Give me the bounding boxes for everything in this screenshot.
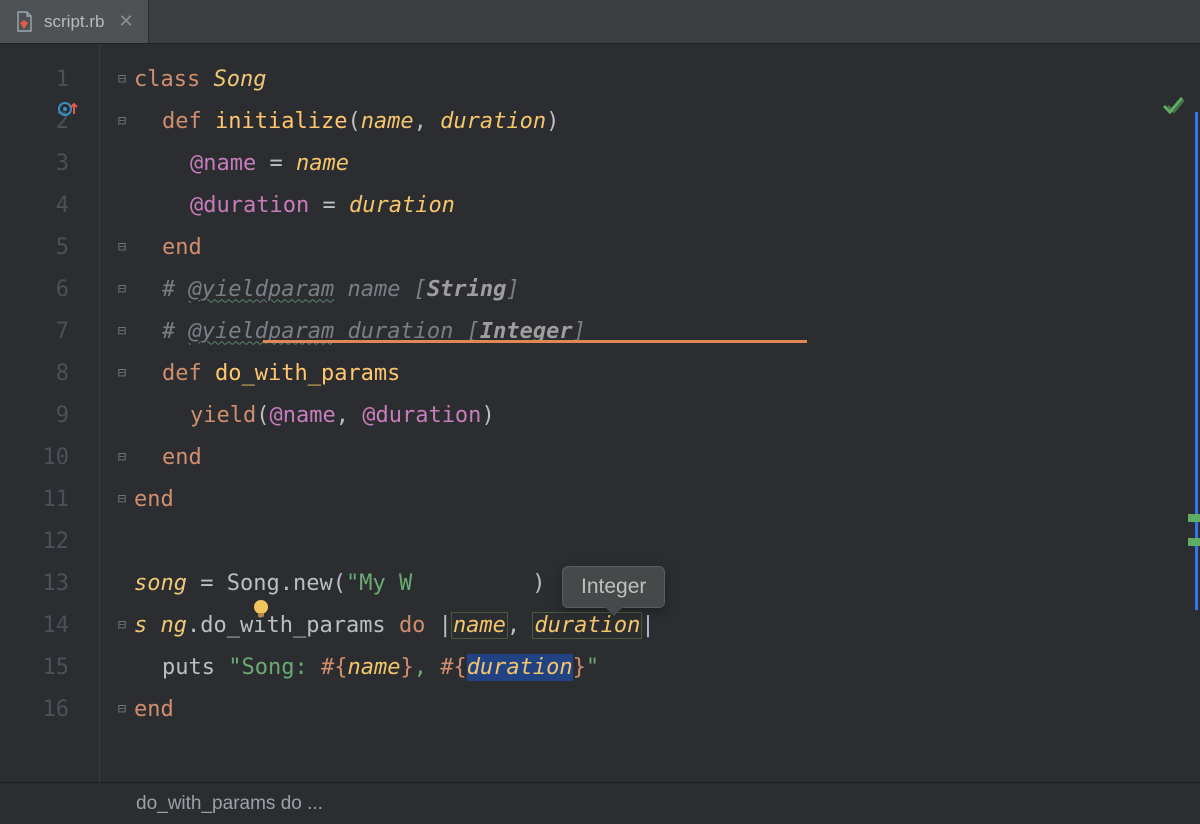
fold-toggle-icon[interactable]: ⊟ bbox=[114, 617, 130, 633]
intention-bulb-icon[interactable] bbox=[250, 598, 272, 620]
line-number: 8 bbox=[0, 352, 99, 394]
scrollbar-marker[interactable] bbox=[1188, 514, 1200, 522]
line-number: 10 bbox=[0, 436, 99, 478]
code-line: yield(@name, @duration) bbox=[100, 394, 1200, 436]
close-icon[interactable]: ✕ bbox=[114, 11, 133, 32]
code-line: ⊟end bbox=[100, 688, 1200, 730]
code-line bbox=[100, 520, 1200, 562]
file-tab[interactable]: script.rb ✕ bbox=[0, 0, 149, 43]
scrollbar-change-stripe[interactable] bbox=[1195, 112, 1198, 610]
line-number: 7 bbox=[0, 310, 99, 352]
code-line: ⊟end bbox=[100, 226, 1200, 268]
line-number: 12 bbox=[0, 520, 99, 562]
breadcrumb[interactable]: do_with_params do ... bbox=[0, 782, 1200, 824]
fold-end-icon[interactable]: ⊟ bbox=[114, 239, 130, 255]
code-line: @duration = duration bbox=[100, 184, 1200, 226]
fold-toggle-icon[interactable]: ⊟ bbox=[114, 113, 130, 129]
line-number: 13 bbox=[0, 562, 99, 604]
scrollbar-marker[interactable] bbox=[1188, 538, 1200, 546]
fold-end-icon[interactable]: ⊟ bbox=[114, 491, 130, 507]
code-line: ⊟end bbox=[100, 478, 1200, 520]
gutter: 1 2 3 4 5 6 7 8 9 10 11 12 13 14 15 16 bbox=[0, 44, 100, 782]
line-number: 3 bbox=[0, 142, 99, 184]
line-number: 1 bbox=[0, 58, 99, 100]
code-line: ⊟class Song bbox=[100, 58, 1200, 100]
breadcrumb-text: do_with_params do ... bbox=[136, 793, 323, 815]
line-number: 16 bbox=[0, 688, 99, 730]
line-number: 4 bbox=[0, 184, 99, 226]
fold-end-icon[interactable]: ⊟ bbox=[114, 701, 130, 717]
tab-filename: script.rb bbox=[44, 12, 104, 32]
code-line: ⊟def initialize(name, duration) bbox=[100, 100, 1200, 142]
code-line: ⊟def do_with_params bbox=[100, 352, 1200, 394]
line-number: 11 bbox=[0, 478, 99, 520]
editor[interactable]: 1 2 3 4 5 6 7 8 9 10 11 12 13 14 15 16 ⊟… bbox=[0, 44, 1200, 782]
fold-end-icon[interactable]: ⊟ bbox=[114, 323, 130, 339]
code-area[interactable]: ⊟class Song ⊟def initialize(name, durati… bbox=[100, 44, 1200, 782]
tooltip-text: Integer bbox=[581, 575, 646, 598]
type-hint-tooltip: Integer bbox=[562, 566, 665, 608]
code-line: ⊟end bbox=[100, 436, 1200, 478]
inspection-underline bbox=[263, 340, 807, 343]
tab-bar: script.rb ✕ bbox=[0, 0, 1200, 44]
code-line: ⊟# @yieldparam duration [Integer] bbox=[100, 310, 1200, 352]
line-number: 14 bbox=[0, 604, 99, 646]
fold-toggle-icon[interactable]: ⊟ bbox=[114, 365, 130, 381]
code-line: @name = name bbox=[100, 142, 1200, 184]
line-number: 2 bbox=[0, 100, 99, 142]
ruby-file-icon bbox=[14, 11, 34, 33]
line-number: 15 bbox=[0, 646, 99, 688]
code-line: puts "Song: #{name}, #{duration}" bbox=[100, 646, 1200, 688]
override-gutter-icon[interactable] bbox=[58, 98, 78, 120]
fold-toggle-icon[interactable]: ⊟ bbox=[114, 71, 130, 87]
fold-end-icon[interactable]: ⊟ bbox=[114, 449, 130, 465]
code-line: ⊟# @yieldparam name [String] bbox=[100, 268, 1200, 310]
inspection-status-icon[interactable] bbox=[1162, 94, 1184, 122]
fold-toggle-icon[interactable]: ⊟ bbox=[114, 281, 130, 297]
selected-text[interactable]: duration bbox=[467, 654, 573, 681]
line-number: 9 bbox=[0, 394, 99, 436]
line-number: 6 bbox=[0, 268, 99, 310]
line-number: 5 bbox=[0, 226, 99, 268]
